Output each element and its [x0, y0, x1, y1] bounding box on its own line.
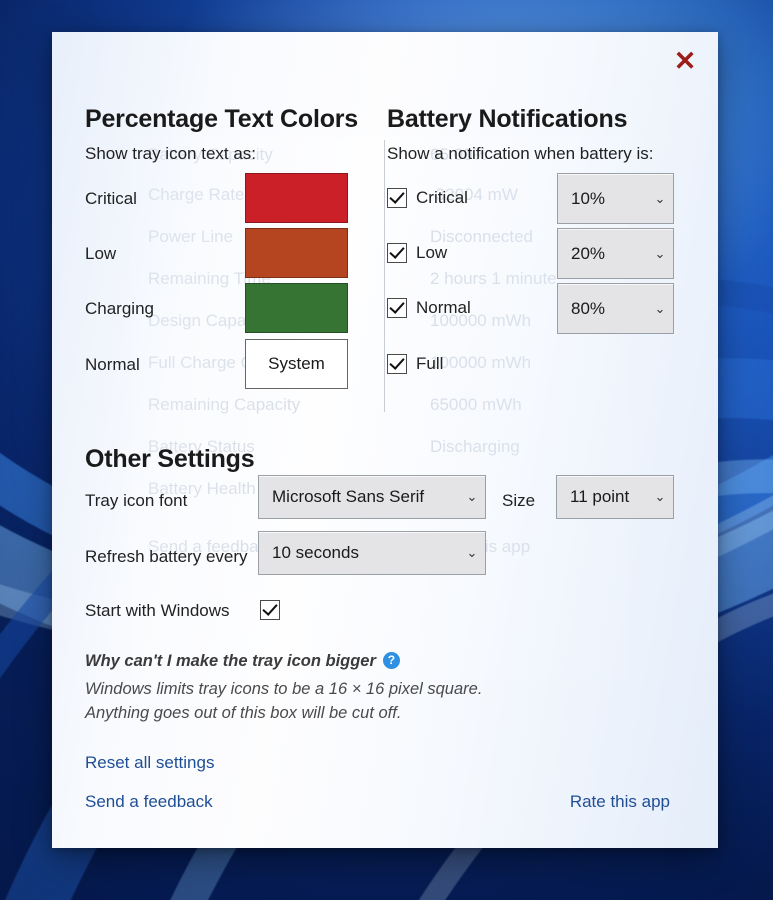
battery-notifications-subheading: Show a notification when battery is:: [387, 144, 654, 163]
checkbox-normal[interactable]: [387, 298, 407, 318]
color-swatch-charging[interactable]: [245, 283, 348, 333]
color-swatch-low[interactable]: [245, 228, 348, 278]
color-swatch-critical[interactable]: [245, 173, 348, 223]
dropdown-tray-icon-size[interactable]: 11 point ⌄: [556, 475, 674, 519]
dropdown-tray-icon-font[interactable]: Microsoft Sans Serif ⌄: [258, 475, 486, 519]
color-row-label-charging: Charging: [85, 299, 154, 318]
link-reset-all-settings[interactable]: Reset all settings: [85, 753, 214, 773]
start-with-windows-label: Start with Windows: [85, 601, 230, 620]
checkbox-row-normal[interactable]: Normal: [387, 298, 471, 318]
chevron-down-icon: ⌄: [654, 300, 666, 316]
color-row-label-normal: Normal: [85, 355, 140, 374]
color-row-label-low: Low: [85, 244, 117, 263]
note-line-2: Anything goes out of this box will be cu…: [85, 704, 402, 722]
checkbox-label-critical: Critical: [416, 188, 468, 207]
dialog-content: Percentage Text Colors Show tray icon te…: [52, 32, 718, 848]
dropdown-critical-threshold[interactable]: 10% ⌄: [557, 173, 674, 224]
link-send-a-feedback[interactable]: Send a feedback: [85, 792, 213, 812]
refresh-battery-label: Refresh battery every: [85, 547, 248, 566]
help-icon[interactable]: ?: [382, 652, 400, 669]
link-rate-this-app[interactable]: Rate this app: [570, 792, 670, 812]
tray-icon-font-label: Tray icon font: [85, 491, 188, 510]
tray-icon-size-label: Size: [502, 491, 536, 510]
chevron-down-icon: ⌄: [654, 190, 666, 206]
checkbox-row-full[interactable]: Full: [387, 354, 443, 374]
settings-dialog: Battery Capacity 65.00% Charge Rate -32004 …: [52, 32, 718, 848]
chevron-down-icon: ⌄: [466, 545, 478, 560]
chevron-down-icon: ⌄: [466, 489, 478, 504]
note-line-1: Windows limits tray icons to be a 16 × 1…: [85, 680, 483, 698]
checkbox-row-start-with-windows[interactable]: [260, 600, 280, 620]
dropdown-low-value: 20%: [571, 243, 606, 263]
page-title-percentage-colors: Percentage Text Colors: [85, 105, 359, 133]
page-title-battery-notifications: Battery Notifications: [387, 105, 628, 133]
dropdown-low-threshold[interactable]: 20% ⌄: [557, 228, 674, 279]
note-title-text: Why can't I make the tray icon bigger: [85, 652, 376, 670]
color-row-label-critical: Critical: [85, 189, 137, 208]
checkbox-row-critical[interactable]: Critical: [387, 188, 468, 208]
note-title: Why can't I make the tray icon bigger?: [85, 652, 400, 671]
dropdown-refresh-interval[interactable]: 10 seconds ⌄: [258, 531, 486, 575]
checkbox-label-full: Full: [416, 354, 444, 373]
checkbox-start-with-windows[interactable]: [260, 600, 280, 620]
chevron-down-icon: ⌄: [654, 489, 666, 504]
checkbox-low[interactable]: [387, 243, 407, 263]
dropdown-tray-icon-font-value: Microsoft Sans Serif: [272, 487, 425, 506]
checkbox-full[interactable]: [387, 354, 407, 374]
chevron-down-icon: ⌄: [654, 245, 666, 261]
checkbox-row-low[interactable]: Low: [387, 243, 447, 263]
dropdown-refresh-interval-value: 10 seconds: [272, 543, 359, 562]
page-title-other-settings: Other Settings: [85, 445, 255, 473]
dropdown-normal-threshold[interactable]: 80% ⌄: [557, 283, 674, 334]
checkbox-critical[interactable]: [387, 188, 407, 208]
dropdown-tray-icon-size-value: 11 point: [570, 487, 630, 506]
percentage-colors-subheading: Show tray icon text as:: [85, 144, 257, 163]
column-divider: [384, 140, 385, 412]
dropdown-normal-value: 80%: [571, 298, 606, 318]
checkbox-label-low: Low: [416, 243, 448, 262]
checkbox-label-normal: Normal: [416, 298, 471, 317]
dropdown-critical-value: 10%: [571, 188, 606, 208]
color-system-button[interactable]: System: [245, 339, 348, 389]
